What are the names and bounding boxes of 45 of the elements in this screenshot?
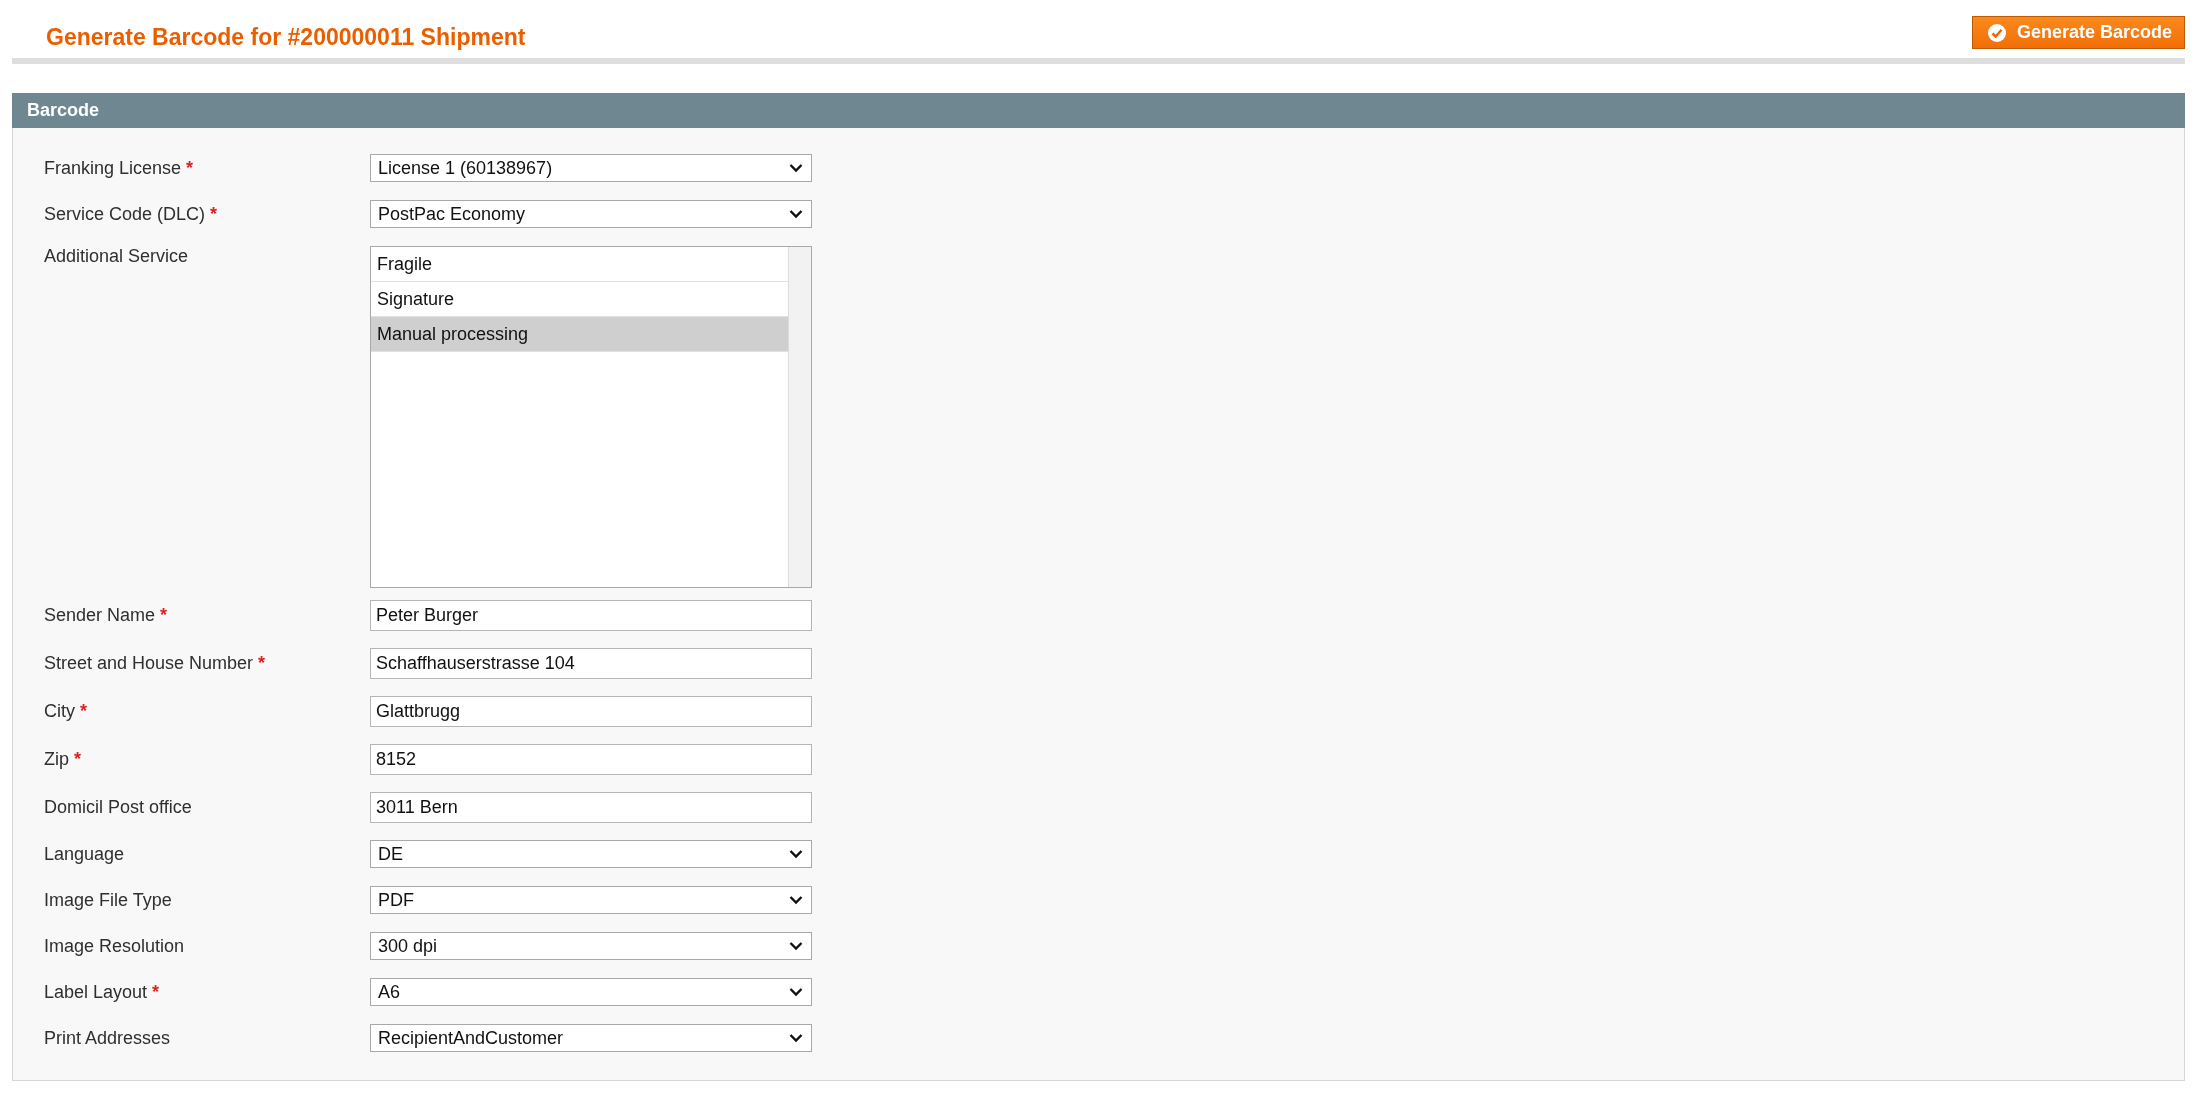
field-label: Print Addresses [44,1027,171,1049]
required-asterisk: * [160,605,168,626]
dropdown-select[interactable]: 300 dpi [370,932,812,960]
dropdown-select[interactable]: A6 [370,978,812,1006]
dropdown-select[interactable]: License 1 (60138967) [370,154,812,182]
multi-select-list[interactable]: Fragile Signature Manual processing [370,246,812,588]
field-label: Domicil Post office [44,797,192,818]
field-label: City [44,701,75,722]
field-label: Label Layout [44,981,148,1003]
dropdown-select[interactable]: RecipientAndCustomer [370,1024,812,1052]
field-label: Sender Name [44,605,156,626]
section-header: Barcode [12,93,2185,128]
page-title: Generate Barcode for #200000011 Shipment [46,24,526,51]
field-label: Image Resolution [44,935,185,957]
list-option[interactable]: Fragile [371,247,788,282]
required-asterisk: * [80,701,87,722]
dropdown-select[interactable]: DE [370,840,812,868]
chevron-down-icon [789,987,803,997]
field-label: Image File Type [44,889,172,911]
required-asterisk: * [186,157,194,179]
chevron-down-icon [789,941,803,951]
text-input[interactable]: 8152 [370,744,812,775]
chevron-down-icon [789,895,803,905]
checkmark-icon [1986,22,2007,43]
field-label: Franking License [44,157,182,179]
field-label: Street and House Number [44,653,254,674]
text-input[interactable]: 3011 Bern [370,792,812,823]
dropdown-select[interactable]: PDF [370,886,812,914]
chevron-down-icon [789,849,803,859]
text-input[interactable]: Glattbrugg [370,696,812,727]
list-option[interactable]: Manual processing [371,317,788,352]
chevron-down-icon [789,1033,803,1043]
dropdown-select[interactable]: PostPac Economy [370,200,812,228]
required-asterisk: * [258,653,266,674]
field-label: Zip [44,749,69,770]
field-label: Additional Service [44,246,189,267]
field-label: Language [44,843,125,865]
text-input[interactable]: Peter Burger [370,600,812,631]
required-asterisk: * [74,749,82,770]
field-label: Service Code (DLC) [44,203,206,225]
text-input[interactable]: Schaffhauserstrasse 104 [370,648,812,679]
required-asterisk: * [152,981,160,1003]
chevron-down-icon [789,163,803,173]
required-asterisk: * [210,203,218,225]
chevron-down-icon [789,209,803,219]
